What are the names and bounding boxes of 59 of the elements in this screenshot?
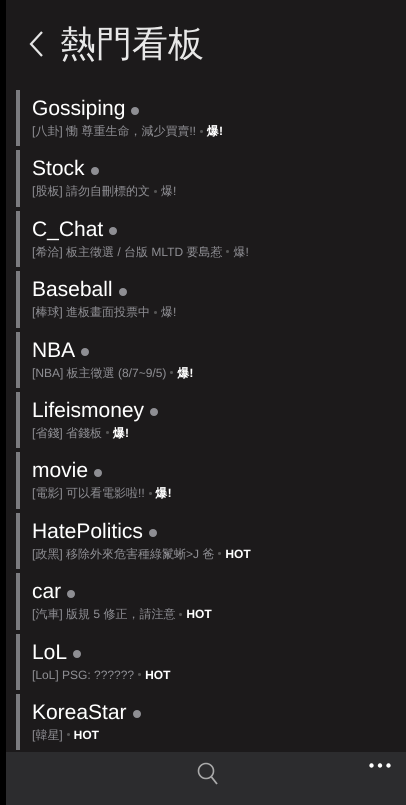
board-row[interactable]: Lifeismoney [省錢] 省錢板 爆!: [6, 390, 406, 450]
hot-label: 爆!: [113, 424, 130, 442]
hot-label: 爆!: [177, 364, 194, 382]
hot-label: HOT: [225, 546, 251, 563]
board-name: movie: [32, 458, 88, 484]
hot-label: 爆!: [233, 244, 249, 261]
board-name: C_Chat: [32, 216, 104, 243]
board-row[interactable]: C_Chat [希洽] 板主徵選 / 台版 MLTD 要島惹 爆!: [6, 208, 406, 270]
board-name: KoreaStar: [32, 700, 127, 726]
board-subtitle: [政黑] 移除外來危害種綠鬣蜥>J 爸: [32, 546, 214, 563]
board-name: car: [32, 579, 62, 606]
board-row[interactable]: HatePolitics [政黑] 移除外來危害種綠鬣蜥>J 爸 HOT: [6, 510, 406, 572]
hot-label: HOT: [145, 666, 170, 684]
board-row[interactable]: LoL [LoL] PSG: ?????? HOT: [6, 632, 406, 692]
hot-label: 爆!: [161, 183, 176, 200]
board-subtitle: [電影] 可以看電影啦!!: [32, 485, 145, 502]
row-accent-bar: [16, 90, 20, 146]
board-row[interactable]: Baseball [棒球] 進板畫面投票中 爆!: [6, 269, 406, 330]
board-subtitle: [LoL] PSG: ??????: [32, 666, 134, 684]
back-icon: [28, 30, 44, 58]
page-title: 熱門看板: [60, 26, 204, 62]
hot-label: 爆!: [156, 485, 172, 502]
hot-label: 爆!: [161, 304, 176, 322]
board-subtitle: [希洽] 板主徵選 / 台版 MLTD 要島惹: [32, 244, 222, 261]
board-name: HatePolitics: [32, 518, 143, 545]
hot-label: 爆!: [207, 123, 224, 140]
row-accent-bar: [16, 332, 20, 388]
hot-label: HOT: [186, 606, 212, 624]
search-icon: [197, 762, 219, 786]
board-name: Lifeismoney: [32, 398, 144, 424]
board-row[interactable]: Gossiping [八卦] 慟 尊重生命，減少買賣!! 爆!: [6, 88, 406, 148]
board-row[interactable]: Stock [股板] 請勿自刪標的文 爆!: [6, 148, 406, 209]
board-subtitle: [汽車] 版規 5 修正，請注意: [32, 606, 176, 624]
board-name: LoL: [32, 640, 68, 666]
board-subtitle: [棒球] 進板畫面投票中: [32, 304, 150, 322]
board-subtitle: [八卦] 慟 尊重生命，減少買賣!!: [32, 123, 196, 140]
row-accent-bar: [16, 512, 20, 570]
row-accent-bar: [16, 150, 20, 207]
board-row[interactable]: NBA [NBA] 板主徵選 (8/7~9/5) 爆!: [6, 330, 406, 390]
board-row[interactable]: KoreaStar [韓星] HOT: [6, 692, 406, 752]
more-icon: [369, 762, 391, 768]
board-name: NBA: [32, 338, 76, 364]
board-row[interactable]: car [汽車] 版規 5 修正，請注意 HOT: [6, 571, 406, 632]
board-row[interactable]: movie [電影] 可以看電影啦!! 爆!: [6, 450, 406, 511]
row-accent-bar: [16, 694, 20, 750]
board-name: Stock: [32, 156, 85, 182]
board-name: Baseball: [32, 277, 113, 304]
row-accent-bar: [16, 271, 20, 328]
board-subtitle: [NBA] 板主徵選 (8/7~9/5): [32, 364, 166, 382]
hot-label: HOT: [74, 726, 100, 744]
row-accent-bar: [16, 452, 20, 509]
row-accent-bar: [16, 210, 20, 268]
row-accent-bar: [16, 392, 20, 448]
row-accent-bar: [16, 634, 20, 690]
board-name: Gossiping: [32, 96, 126, 122]
board-subtitle: [省錢] 省錢板: [32, 424, 102, 442]
board-subtitle: [韓星]: [32, 726, 63, 744]
board-subtitle: [股板] 請勿自刪標的文: [32, 183, 150, 200]
row-accent-bar: [16, 573, 20, 630]
